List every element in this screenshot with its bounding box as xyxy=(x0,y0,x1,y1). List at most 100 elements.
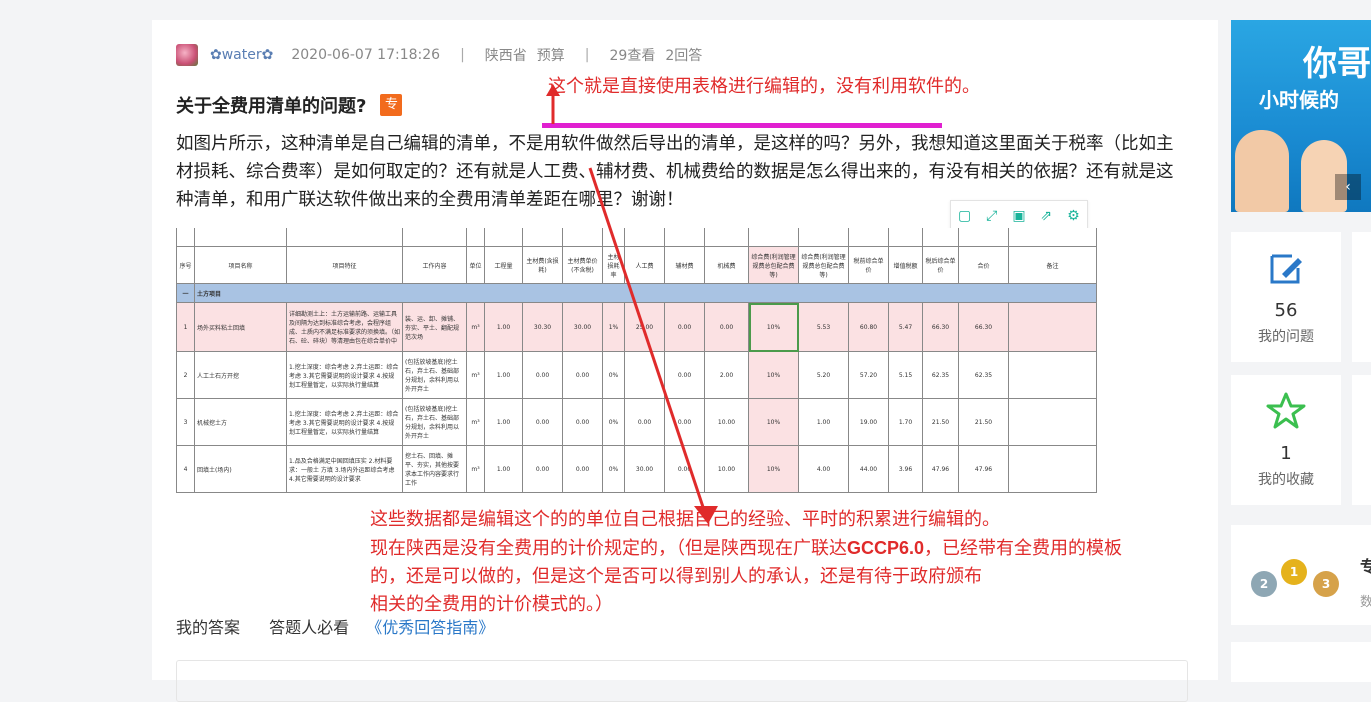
star-icon xyxy=(1266,392,1306,429)
table-cell: 10% xyxy=(748,445,799,493)
username-link[interactable]: ✿water✿ xyxy=(210,47,273,63)
table-cell: 0.00 xyxy=(704,302,749,352)
table-cell: 0.00 xyxy=(562,398,603,446)
table-top-cell xyxy=(798,228,849,247)
table-cell: 机械挖土方 xyxy=(194,398,287,446)
table-cell: 1.00 xyxy=(484,302,523,352)
edit-icon xyxy=(1270,254,1302,284)
table-header-cell: 人工费 xyxy=(624,246,665,284)
region-tag[interactable]: 陕西省 xyxy=(485,45,527,65)
answer-bar: 我的答案 答题人必看 《优秀回答指南》 xyxy=(176,614,494,638)
my-questions-tile[interactable]: 56 我的问题 xyxy=(1231,232,1341,362)
table-cell: 47.96 xyxy=(958,445,1009,493)
spreadsheet-image[interactable]: 序号 项目名称 项目特征 工作内容 单位 工程量 主材费(含损耗) 主材费单价(不含税) 主材损… xyxy=(176,228,1100,494)
table-header-cell: 税前综合单价 xyxy=(848,246,889,284)
table-cell: 5.15 xyxy=(888,351,923,399)
table-cell: 1.品及合格满足中国回填压实 2.材料要求：一般土 方填 3.场内外运距综合考虑… xyxy=(286,445,403,493)
table-cell: 10.00 xyxy=(704,445,749,493)
table-cell: 0.00 xyxy=(664,302,705,352)
table-cell: 25.00 xyxy=(624,302,665,352)
table-cell: 1.挖土深度：综合考虑 2.弃土运距：综合考虑 3.其它需要说明的设计要求 4.… xyxy=(286,398,403,446)
annotation-product: GCCP6.0 xyxy=(847,538,925,558)
table-cell: 装、运、卸、摊铺、夯实、平土、翻配规范次场 xyxy=(402,302,467,352)
table-header-cell: 工作内容 xyxy=(402,246,467,284)
table-cell xyxy=(1008,445,1097,493)
table-cell: 2.00 xyxy=(704,351,749,399)
annotation-top: 这个就是直接使用表格进行编辑的，没有利用软件的。 xyxy=(548,76,980,97)
table-cell: (包括放坡基底)挖土石，弃土石、基础部分规划，余料利用以外开弃土 xyxy=(402,351,467,399)
table-cell: 4.00 xyxy=(798,445,849,493)
table-header-cell: 辅材费 xyxy=(664,246,705,284)
table-row: 4 回填土(场内) 1.品及合格满足中国回填压实 2.材料要求：一般土 方填 3.场… xyxy=(176,445,1097,493)
share-icon[interactable]: ⇗ xyxy=(1039,209,1053,223)
settings-icon[interactable]: ⚙ xyxy=(1066,209,1080,223)
category-tag[interactable]: 预算 xyxy=(537,45,565,65)
table-cell xyxy=(1008,302,1097,352)
sidebar-tile[interactable] xyxy=(1352,232,1371,362)
table-cell: 0.00 xyxy=(522,351,563,399)
table-header-cell: 主材损耗率 xyxy=(602,246,625,284)
table-cell: 30.00 xyxy=(624,445,665,493)
table-cell: 5.53 xyxy=(798,302,849,352)
table-cell: 57.20 xyxy=(848,351,889,399)
table-cell: 62.35 xyxy=(922,351,959,399)
table-cell: m³ xyxy=(466,445,485,493)
copy-icon[interactable]: ▢ xyxy=(958,209,972,223)
table-cell: 30.30 xyxy=(522,302,563,352)
avatar[interactable] xyxy=(176,44,198,66)
banner-prev-button[interactable]: ‹ xyxy=(1335,174,1361,200)
table-cell: 30.00 xyxy=(562,302,603,352)
table-cell: 挖土石、回填、摊平、夯实，其他按要求本工作内容要求行工作 xyxy=(402,445,467,493)
sidebar-tile[interactable] xyxy=(1231,642,1371,682)
sidebar-tile[interactable] xyxy=(1352,375,1371,505)
table-header-cell: 税后综合单价 xyxy=(922,246,959,284)
table-cell: 47.96 xyxy=(922,445,959,493)
table-header-cell: 主材费(含损耗) xyxy=(522,246,563,284)
table-header-cell: 主材费单价(不含税) xyxy=(562,246,603,284)
table-top-cell xyxy=(922,228,959,247)
table-cell: 10% xyxy=(748,351,799,399)
table-cell: 0% xyxy=(602,445,625,493)
table-header-row: 序号 项目名称 项目特征 工作内容 单位 工程量 主材费(含损耗) 主材费单价(不含税) 主材损… xyxy=(176,246,1097,284)
table-header-cell: 序号 xyxy=(176,246,195,284)
table-cell: 1 xyxy=(176,302,195,352)
table-cell: 0.00 xyxy=(664,351,705,399)
table-cell: 0% xyxy=(602,351,625,399)
table-header-cell: 备注 xyxy=(1008,246,1097,284)
save-icon[interactable]: ▣ xyxy=(1012,209,1026,223)
answer-editor[interactable] xyxy=(176,660,1188,702)
table-top-cell xyxy=(958,228,1009,247)
table-cell: 4 xyxy=(176,445,195,493)
table-top-cell xyxy=(602,228,625,247)
expert-tile[interactable]: 2 1 3 专 数 xyxy=(1231,525,1371,625)
banner-figure xyxy=(1235,130,1289,212)
table-header-cell: 增值税额 xyxy=(888,246,923,284)
fullscreen-icon[interactable]: ⤢ xyxy=(985,209,999,223)
table-cell xyxy=(1008,398,1097,446)
table-top-cell xyxy=(664,228,705,247)
my-questions-count: 56 xyxy=(1274,300,1298,321)
annotation-line: 相关的全费用的计价模式的。） xyxy=(370,594,613,615)
table-top-cell xyxy=(848,228,889,247)
table-cell: 1.70 xyxy=(888,398,923,446)
annotation-line: 现在陕西是没有全费用的计价规定的，（但是陕西现在广联达GCCP6.0，已经带有全… xyxy=(370,534,1370,563)
table-top-cell xyxy=(402,228,467,247)
table-top-cell xyxy=(522,228,563,247)
my-favorites-tile[interactable]: 1 我的收藏 xyxy=(1231,375,1341,505)
table-row: 1 场外买料粘土回填 详细勘测土上：土方运输前路、运输工具及间隔为达到标准综合考虑，… xyxy=(176,302,1097,352)
banner-text-2: 小时候的 xyxy=(1259,88,1339,112)
guide-link[interactable]: 《优秀回答指南》 xyxy=(366,618,494,637)
table-cell: 0.00 xyxy=(624,398,665,446)
table-cell: 人工土石方开挖 xyxy=(194,351,287,399)
question-title: 关于全费用清单的问题? 专 xyxy=(176,92,403,118)
table-cell: 3 xyxy=(176,398,195,446)
sidebar-banner[interactable]: 你哥 小时候的 ‹ xyxy=(1231,20,1371,212)
table-header-cell: 机械费 xyxy=(704,246,749,284)
table-header-cell: 合价 xyxy=(958,246,1009,284)
table-top-cell xyxy=(1008,228,1097,247)
table-cell: 21.50 xyxy=(922,398,959,446)
table-cell: 回填土(场内) xyxy=(194,445,287,493)
table-cell xyxy=(1008,351,1097,399)
answer-count: 2回答 xyxy=(665,48,703,64)
annotation-text: 现在陕西是没有全费用的计价规定的，（但是陕西现在广联达 xyxy=(370,538,847,559)
